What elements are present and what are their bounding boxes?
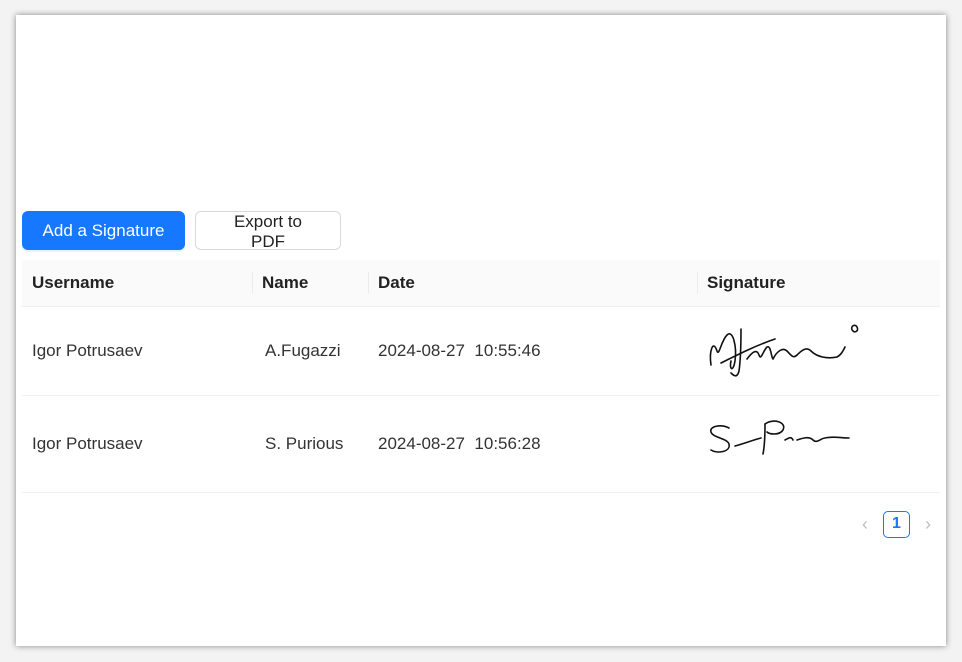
table-row[interactable]: Igor Potrusaev S. Purious 2024-08-27 10:… xyxy=(22,396,940,493)
column-header-name[interactable]: Name xyxy=(252,260,368,306)
name-cell: A.Fugazzi xyxy=(265,341,341,360)
username-cell: Igor Potrusaev xyxy=(32,341,143,360)
signature-image xyxy=(709,324,859,377)
name-cell: S. Purious xyxy=(265,434,344,453)
signature-cell xyxy=(697,307,940,395)
column-header-signature[interactable]: Signature xyxy=(697,260,940,306)
username-cell: Igor Potrusaev xyxy=(32,434,143,453)
column-header-username[interactable]: Username xyxy=(22,260,252,306)
date-cell: 2024-08-27 10:55:46 xyxy=(378,341,541,360)
export-pdf-button[interactable]: Export to PDF xyxy=(195,211,341,251)
toolbar: Add a Signature Export to PDF xyxy=(22,211,341,251)
pagination: ‹ 1 › xyxy=(855,510,938,538)
signature-cell xyxy=(697,396,940,492)
add-signature-button[interactable]: Add a Signature xyxy=(22,211,185,250)
app-window: Add a Signature Export to PDF Username N… xyxy=(16,15,946,646)
chevron-left-icon[interactable]: ‹ xyxy=(855,510,875,538)
table-row[interactable]: Igor Potrusaev A.Fugazzi 2024-08-27 10:5… xyxy=(22,307,940,396)
signature-image xyxy=(710,420,850,455)
column-header-date[interactable]: Date xyxy=(368,260,697,306)
table-header: Username Name Date Signature xyxy=(22,260,940,307)
chevron-right-icon[interactable]: › xyxy=(918,510,938,538)
date-cell: 2024-08-27 10:56:28 xyxy=(378,434,541,453)
page-number-button[interactable]: 1 xyxy=(883,510,910,538)
signatures-table: Username Name Date Signature Igor Potrus… xyxy=(22,260,940,493)
